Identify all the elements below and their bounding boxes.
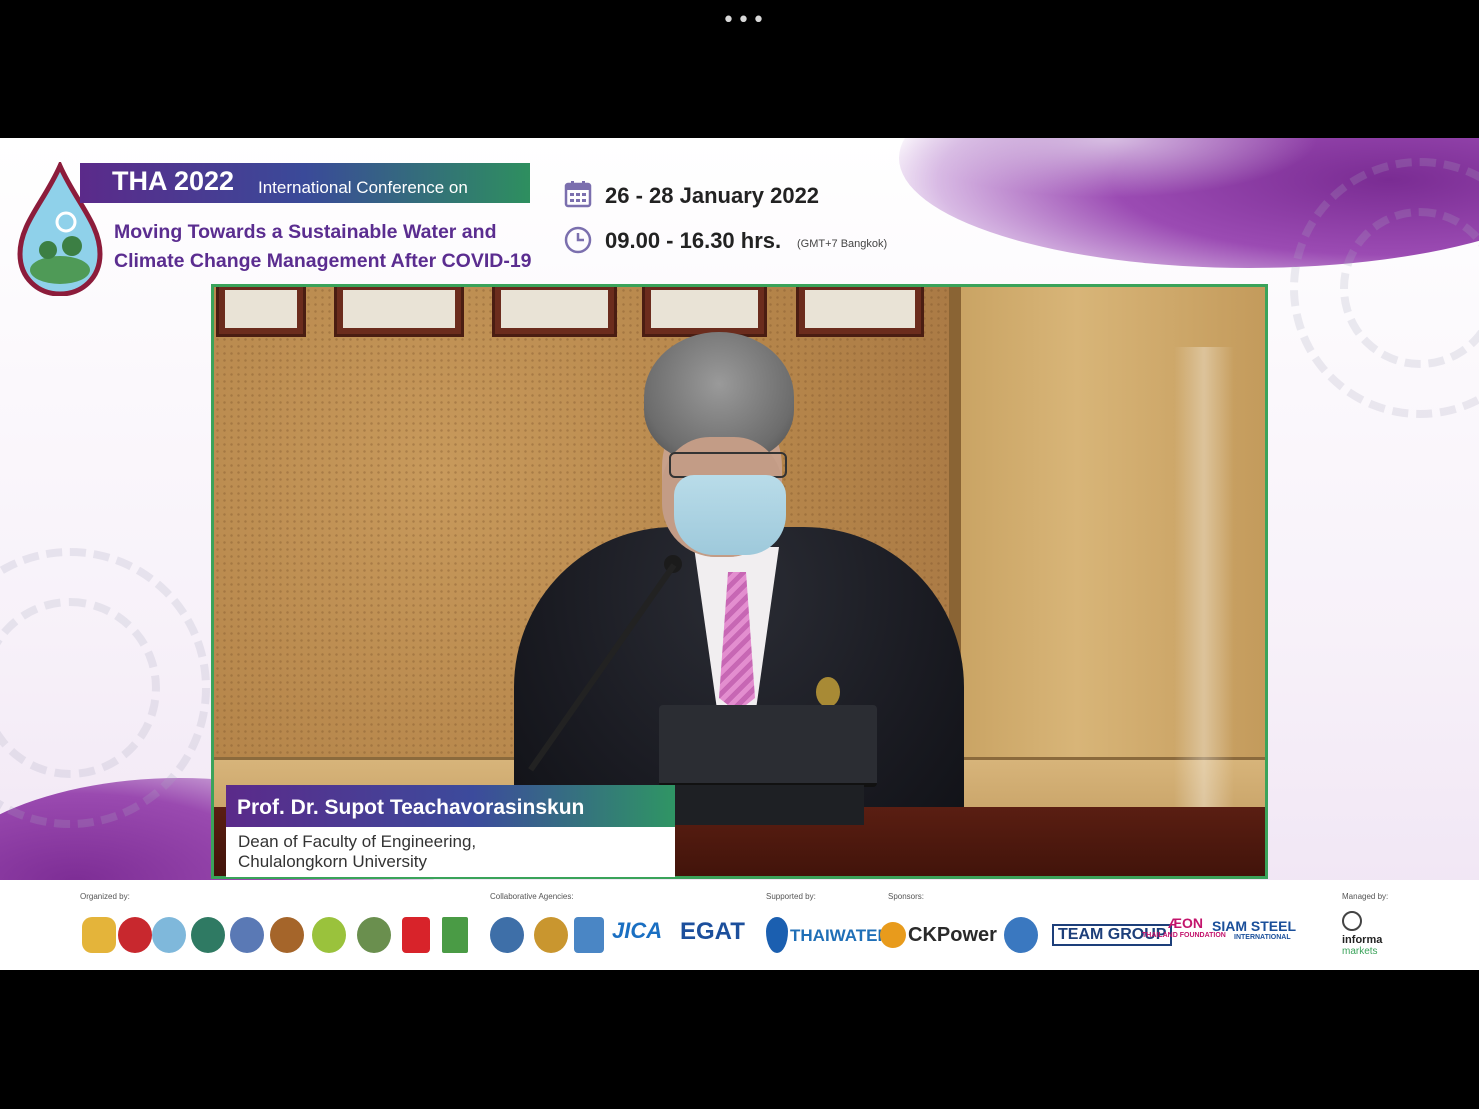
wall-frame [216,287,306,337]
organized-by-label: Organized by: [80,892,130,901]
organizer-logo [357,917,391,953]
organizer-logo [442,917,468,953]
speaker-role-line-2: Chulalongkorn University [238,852,427,871]
organizer-logo [118,917,152,953]
informa-mark [1342,911,1362,931]
tablet-device [659,705,877,787]
speaker-role-line-1: Dean of Faculty of Engineering, [238,832,477,851]
wall-frame [492,287,617,337]
siam-steel-sub-label: INTERNATIONAL [1234,934,1291,941]
supported-by-label: Supported by: [766,892,816,901]
ckpower-logo: CKPower [908,924,997,946]
conference-year: THA 2022 [112,166,235,196]
organizer-logo [312,917,346,953]
wall-frame [334,287,464,337]
tablet-stand [674,785,864,825]
event-time: 09.00 - 16.30 hrs. [605,228,782,253]
clock-icon [564,226,592,254]
collaborative-agency-logo [574,917,604,953]
organizer-logo [270,917,304,953]
managed-by-label: Managed by: [1342,892,1389,901]
conference-theme-line-1: Moving Towards a Sustainable Water and [114,221,497,243]
organizer-logo [402,917,430,953]
organizer-logo [191,917,225,953]
sponsor-seal-logo [1004,917,1038,953]
acrylic-shield [1174,347,1234,817]
collaborative-agency-logo [490,917,524,953]
aeon-logo: ÆON [1168,915,1203,931]
event-date: 26 - 28 January 2022 [605,183,820,208]
conference-subtitle: International Conference on [258,178,468,197]
bottom-letterbox [0,970,1479,1109]
jica-logo: JICA [612,918,663,943]
wall-frame [796,287,924,337]
egat-logo: EGAT [680,918,745,945]
top-letterbox: ••• [0,0,1479,138]
organizer-logo [230,917,264,953]
organizer-logo [152,917,186,953]
ckpower-mark [880,922,906,948]
speaker-name: Prof. Dr. Supot Teachavorasinskun [237,796,585,819]
speaker-face-mask [674,475,786,555]
siam-steel-logo: SIAM STEEL [1212,918,1297,934]
calendar-icon [564,181,592,208]
collaborative-agencies-label: Collaborative Agencies: [490,892,574,901]
informa-markets-label: markets [1342,946,1378,957]
sponsors-label: Sponsors: [888,892,925,901]
thaiwater-logo: THAIWATER [790,926,890,945]
wall-frame [642,287,767,337]
conference-theme-line-2: Climate Change Management After COVID-19 [114,250,532,272]
university-pin [816,677,840,707]
informa-logo: informa [1342,934,1383,946]
event-timezone: (GMT+7 Bangkok) [797,238,888,250]
collaborative-agency-logo [534,917,568,953]
organizer-logo [82,917,116,953]
more-options-icon[interactable]: ••• [722,8,767,33]
